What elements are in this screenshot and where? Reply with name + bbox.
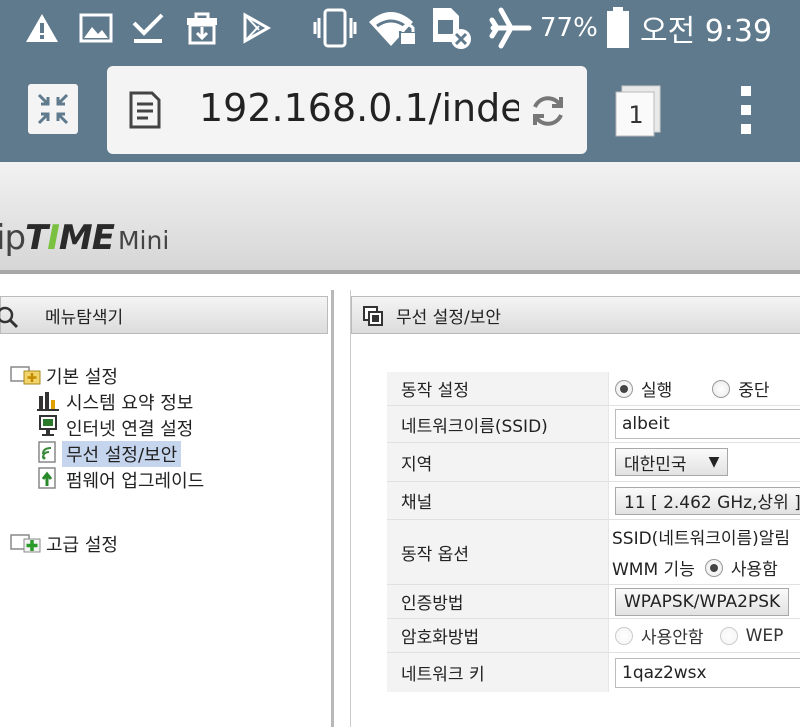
- tree-item-wireless-security[interactable]: 무선 설정/보안: [36, 440, 182, 469]
- play-store-icon: [238, 8, 274, 48]
- operation-run-label: 실행: [641, 381, 673, 401]
- row-encryption: 암호화방법 사용안함 WEP: [387, 618, 800, 652]
- warning-icon: [22, 8, 62, 48]
- options-label: 동작 옵션: [387, 520, 609, 584]
- tree-item-firmware-upgrade[interactable]: 펌웨어 업그레이드: [36, 466, 208, 495]
- content-title: 무선 설정/보안: [396, 307, 501, 328]
- monitor-icon: [36, 414, 62, 443]
- ssid-input[interactable]: albeit: [615, 409, 800, 439]
- auth-label: 인증방법: [387, 585, 609, 618]
- region-select[interactable]: 대한민국 ▼: [615, 448, 729, 476]
- download-done-icon: [128, 8, 168, 48]
- tree-item-internet-setup[interactable]: 인터넷 연결 설정: [36, 414, 197, 443]
- auth-select[interactable]: WPAPSK/WPA2PSK: [615, 587, 790, 616]
- row-auth: 인증방법 WPAPSK/WPA2PSK: [387, 584, 800, 618]
- network-key-input[interactable]: 1qaz2wsx: [615, 657, 800, 688]
- wifi-lock-icon: [366, 8, 420, 48]
- exit-fullscreen-icon[interactable]: [28, 84, 78, 134]
- operation-stop-radio[interactable]: [712, 379, 731, 398]
- operation-label: 동작 설정: [387, 372, 609, 405]
- image-icon: [78, 8, 114, 48]
- tab-switcher-button[interactable]: 1: [614, 84, 664, 138]
- battery-percent: 77%: [540, 13, 598, 43]
- upgrade-icon: [36, 466, 62, 495]
- wireless-icon: [36, 440, 62, 469]
- page-icon: [125, 88, 165, 132]
- iptime-logo: ipTIMEMini: [0, 218, 170, 258]
- router-header: ipTIMEMini: [0, 162, 800, 274]
- content-header: 무선 설정/보안: [351, 296, 800, 334]
- operation-run-radio[interactable]: [615, 379, 633, 398]
- clock: 오전 9:39: [640, 14, 773, 49]
- store-icon: [182, 8, 222, 48]
- overflow-menu-icon[interactable]: [728, 82, 764, 138]
- encryption-wep-label: WEP: [745, 625, 784, 646]
- dropdown-arrow-icon: ▼: [708, 454, 720, 470]
- channel-select[interactable]: 11 [ 2.462 GHz,상위 ]: [615, 486, 800, 515]
- wmm-use-label: 사용함: [730, 560, 778, 580]
- wmm-use-radio[interactable]: [704, 558, 723, 577]
- address-bar[interactable]: 192.168.0.1/inde: [107, 66, 587, 154]
- encryption-label: 암호화방법: [387, 619, 609, 652]
- row-region: 지역 대한민국 ▼: [387, 442, 800, 481]
- region-label: 지역: [387, 443, 609, 481]
- row-operation: 동작 설정 실행 중단: [387, 372, 800, 405]
- browser-toolbar: 192.168.0.1/inde 1: [0, 56, 800, 162]
- window-icon: [362, 305, 384, 332]
- operation-stop-label: 중단: [738, 381, 770, 401]
- network-key-label: 네트워크 키: [387, 653, 609, 692]
- sim-off-icon: [428, 8, 474, 49]
- row-ssid: 네트워크이름(SSID) albeit: [387, 405, 800, 442]
- battery-icon: [604, 7, 632, 48]
- status-bar: 77% 오전 9:39: [0, 0, 800, 56]
- encryption-wep-radio[interactable]: [719, 626, 738, 645]
- tree-advanced-settings[interactable]: 고급 설정: [10, 532, 122, 556]
- tab-count: 1: [628, 101, 644, 129]
- folder-plus-icon: [10, 363, 42, 390]
- channel-label: 채널: [387, 482, 609, 519]
- tree-basic-settings[interactable]: 기본 설정: [10, 364, 122, 388]
- wmm-label: WMM 기능: [612, 560, 695, 580]
- airplane-icon: [488, 7, 534, 49]
- menu-explorer-pane: 메뉴탐색기 기본 설정 시스템 요약 정보 인터넷 연결 설정 무선 설정/보안: [0, 290, 334, 727]
- vibrate-icon: [312, 8, 358, 48]
- menu-explorer-header: 메뉴탐색기: [0, 296, 328, 334]
- folder-plus-green-icon: [10, 531, 42, 558]
- ssid-label: 네트워크이름(SSID): [387, 406, 609, 442]
- row-channel: 채널 11 [ 2.462 GHz,상위 ]: [387, 481, 800, 519]
- ssid-broadcast-label: SSID(네트워크이름)알림: [612, 529, 791, 549]
- encryption-none-label: 사용안함: [641, 628, 704, 648]
- row-options: 동작 옵션 SSID(네트워크이름)알림 WMM 기능 사용함: [387, 519, 800, 584]
- encryption-none-radio[interactable]: [615, 626, 633, 645]
- bar-chart-icon: [36, 388, 62, 417]
- refresh-icon[interactable]: [525, 88, 571, 134]
- tree-item-system-summary[interactable]: 시스템 요약 정보: [36, 390, 197, 414]
- row-network-key: 네트워크 키 1qaz2wsx: [387, 652, 800, 692]
- magnifier-icon: [0, 305, 19, 334]
- router-page: ipTIMEMini 메뉴탐색기 기본 설정 시스템 요약 정보: [0, 162, 800, 727]
- url-text[interactable]: 192.168.0.1/inde: [199, 86, 519, 130]
- content-pane: 무선 설정/보안 동작 설정 실행 중단 네트워크이름(SSID) albeit…: [350, 290, 800, 727]
- menu-explorer-title: 메뉴탐색기: [45, 307, 124, 328]
